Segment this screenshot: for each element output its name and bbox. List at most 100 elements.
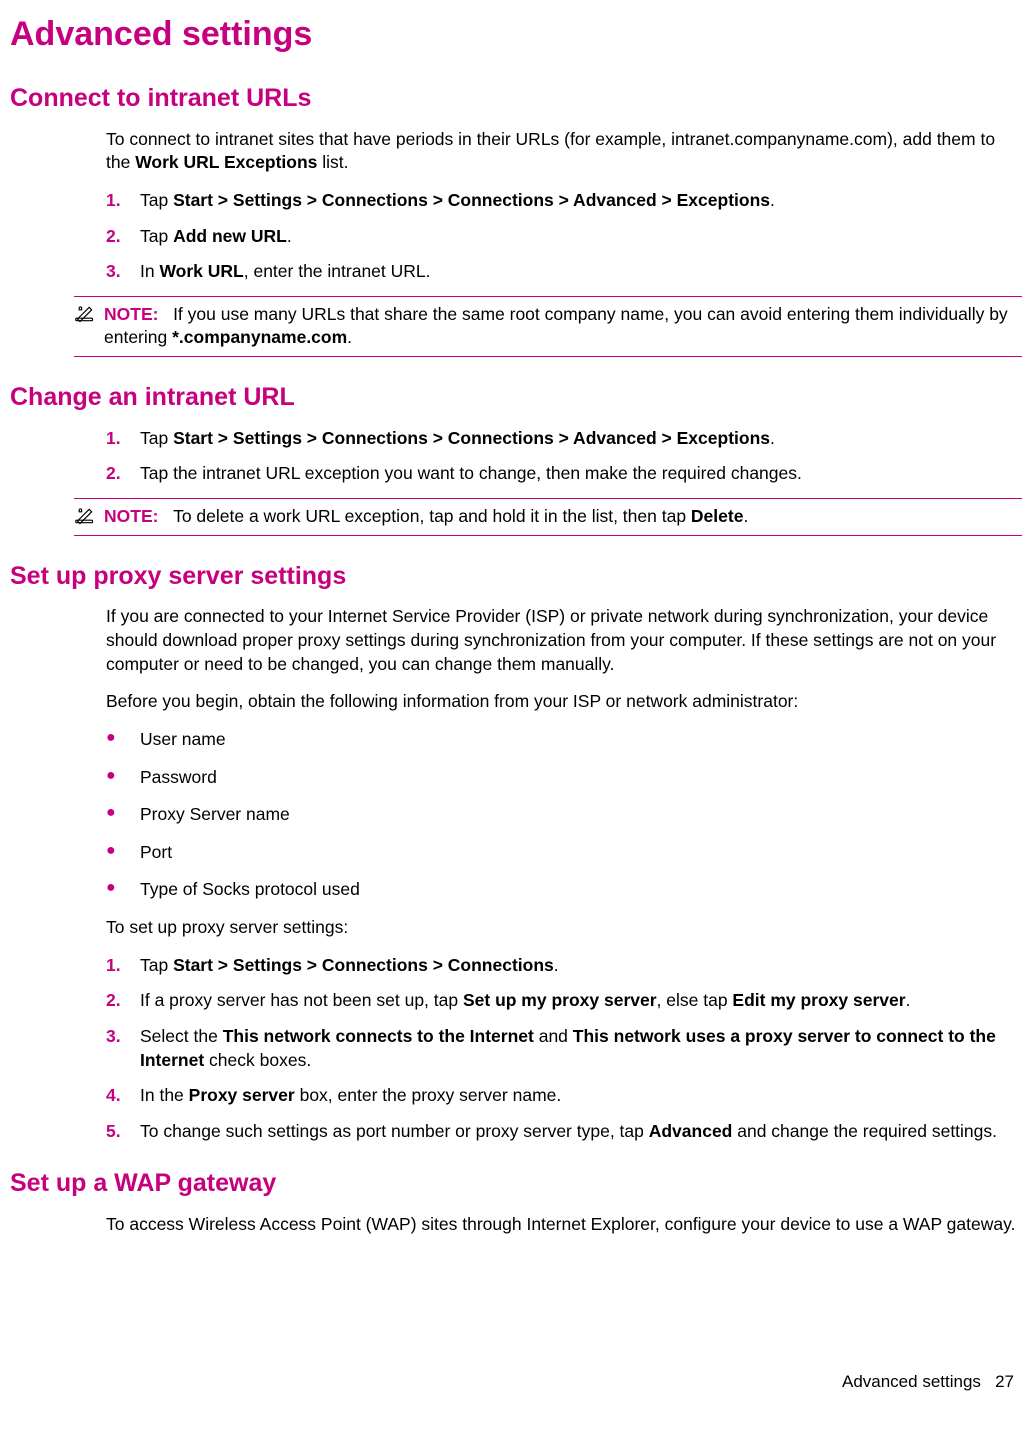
text: box, enter the proxy server name. [295, 1085, 562, 1105]
text: . [554, 955, 559, 975]
step-body: Tap the intranet URL exception you want … [140, 462, 1022, 486]
step-body: To change such settings as port number o… [140, 1120, 1022, 1144]
list-item: ●Proxy Server name [10, 803, 1022, 827]
text-bold: Start > Settings > Connections > Connect… [173, 428, 770, 448]
page-title: Advanced settings [10, 12, 1022, 58]
text: Tap [140, 190, 173, 210]
step-marker: 1. [106, 427, 140, 451]
note-text: NOTE: If you use many URLs that share th… [104, 303, 1022, 350]
text-bold: Set up my proxy server [463, 990, 657, 1010]
text-bold: Proxy server [189, 1085, 295, 1105]
text: If a proxy server has not been set up, t… [140, 990, 463, 1010]
note-block: NOTE: To delete a work URL exception, ta… [74, 498, 1022, 536]
text: list. [317, 152, 348, 172]
proxy-intro3: To set up proxy server settings: [106, 916, 1022, 940]
text-bold: Work URL [159, 261, 243, 281]
step-body: In the Proxy server box, enter the proxy… [140, 1084, 1022, 1108]
note-label: NOTE: [104, 304, 158, 324]
text-bold: Edit my proxy server [732, 990, 905, 1010]
text-bold: This network connects to the Internet [223, 1026, 534, 1046]
footer-label: Advanced settings [842, 1372, 981, 1391]
text: . [770, 428, 775, 448]
note-icon [74, 303, 96, 350]
step-body: Tap Start > Settings > Connections > Con… [140, 427, 1022, 451]
list-item: ●User name [10, 728, 1022, 752]
heading-change: Change an intranet URL [10, 381, 1022, 415]
heading-connect: Connect to intranet URLs [10, 82, 1022, 116]
wap-intro: To access Wireless Access Point (WAP) si… [106, 1213, 1022, 1237]
step-marker: 3. [106, 260, 140, 284]
connect-intro: To connect to intranet sites that have p… [106, 128, 1022, 175]
proxy-intro1: If you are connected to your Internet Se… [106, 605, 1022, 676]
note-text: NOTE: To delete a work URL exception, ta… [104, 505, 1022, 529]
text: and change the required settings. [732, 1121, 997, 1141]
text: , else tap [657, 990, 733, 1010]
text: , enter the intranet URL. [244, 261, 431, 281]
text: Port [140, 841, 1022, 865]
text: . [287, 226, 292, 246]
step-body: If a proxy server has not been set up, t… [140, 989, 1022, 1013]
list-item: 4.In the Proxy server box, enter the pro… [10, 1084, 1022, 1108]
text-bold: Start > Settings > Connections > Connect… [173, 955, 554, 975]
list-item: 3.In Work URL, enter the intranet URL. [10, 260, 1022, 284]
text: In the [140, 1085, 189, 1105]
text: . [743, 506, 748, 526]
bullet-icon: ● [106, 803, 140, 827]
text-bold: Delete [691, 506, 744, 526]
step-body: Tap Start > Settings > Connections > Con… [140, 954, 1022, 978]
list-item: 3.Select the This network connects to th… [10, 1025, 1022, 1072]
text: . [770, 190, 775, 210]
step-marker: 4. [106, 1084, 140, 1108]
proxy-steps: 1.Tap Start > Settings > Connections > C… [10, 954, 1022, 1144]
text-bold: Advanced [649, 1121, 733, 1141]
bullet-icon: ● [106, 841, 140, 865]
step-body: In Work URL, enter the intranet URL. [140, 260, 1022, 284]
text: To change such settings as port number o… [140, 1121, 649, 1141]
proxy-intro2: Before you begin, obtain the following i… [106, 690, 1022, 714]
change-steps: 1.Tap Start > Settings > Connections > C… [10, 427, 1022, 486]
step-marker: 3. [106, 1025, 140, 1072]
list-item: ●Port [10, 841, 1022, 865]
text: . [347, 327, 352, 347]
text: check boxes. [204, 1050, 311, 1070]
list-item: 2.Tap Add new URL. [10, 225, 1022, 249]
connect-steps: 1.Tap Start > Settings > Connections > C… [10, 189, 1022, 284]
step-body: Tap Add new URL. [140, 225, 1022, 249]
note-block: NOTE: If you use many URLs that share th… [74, 296, 1022, 357]
list-item: 2.Tap the intranet URL exception you wan… [10, 462, 1022, 486]
step-marker: 2. [106, 462, 140, 486]
step-marker: 5. [106, 1120, 140, 1144]
step-marker: 1. [106, 189, 140, 213]
step-body: Select the This network connects to the … [140, 1025, 1022, 1072]
list-item: 1.Tap Start > Settings > Connections > C… [10, 189, 1022, 213]
bullet-icon: ● [106, 878, 140, 902]
list-item: 1.Tap Start > Settings > Connections > C… [10, 427, 1022, 451]
page-footer: Advanced settings 27 [842, 1371, 1014, 1394]
step-marker: 2. [106, 225, 140, 249]
proxy-bullets: ●User name ●Password ●Proxy Server name … [10, 728, 1022, 902]
text-bold: Start > Settings > Connections > Connect… [173, 190, 770, 210]
note-icon [74, 505, 96, 529]
list-item: 1.Tap Start > Settings > Connections > C… [10, 954, 1022, 978]
list-item: 2.If a proxy server has not been set up,… [10, 989, 1022, 1013]
list-item: ●Type of Socks protocol used [10, 878, 1022, 902]
text: In [140, 261, 159, 281]
text-bold: Add new URL [173, 226, 287, 246]
text: Tap [140, 226, 173, 246]
text-bold: Work URL Exceptions [135, 152, 317, 172]
bullet-icon: ● [106, 766, 140, 790]
text: Tap [140, 955, 173, 975]
step-body: Tap Start > Settings > Connections > Con… [140, 189, 1022, 213]
text: Proxy Server name [140, 803, 1022, 827]
heading-wap: Set up a WAP gateway [10, 1167, 1022, 1201]
list-item: 5.To change such settings as port number… [10, 1120, 1022, 1144]
step-marker: 2. [106, 989, 140, 1013]
heading-proxy: Set up proxy server settings [10, 560, 1022, 594]
text: . [906, 990, 911, 1010]
text: To delete a work URL exception, tap and … [173, 506, 691, 526]
text: Type of Socks protocol used [140, 878, 1022, 902]
bullet-icon: ● [106, 728, 140, 752]
text: Select the [140, 1026, 223, 1046]
page-number: 27 [995, 1372, 1014, 1391]
step-marker: 1. [106, 954, 140, 978]
